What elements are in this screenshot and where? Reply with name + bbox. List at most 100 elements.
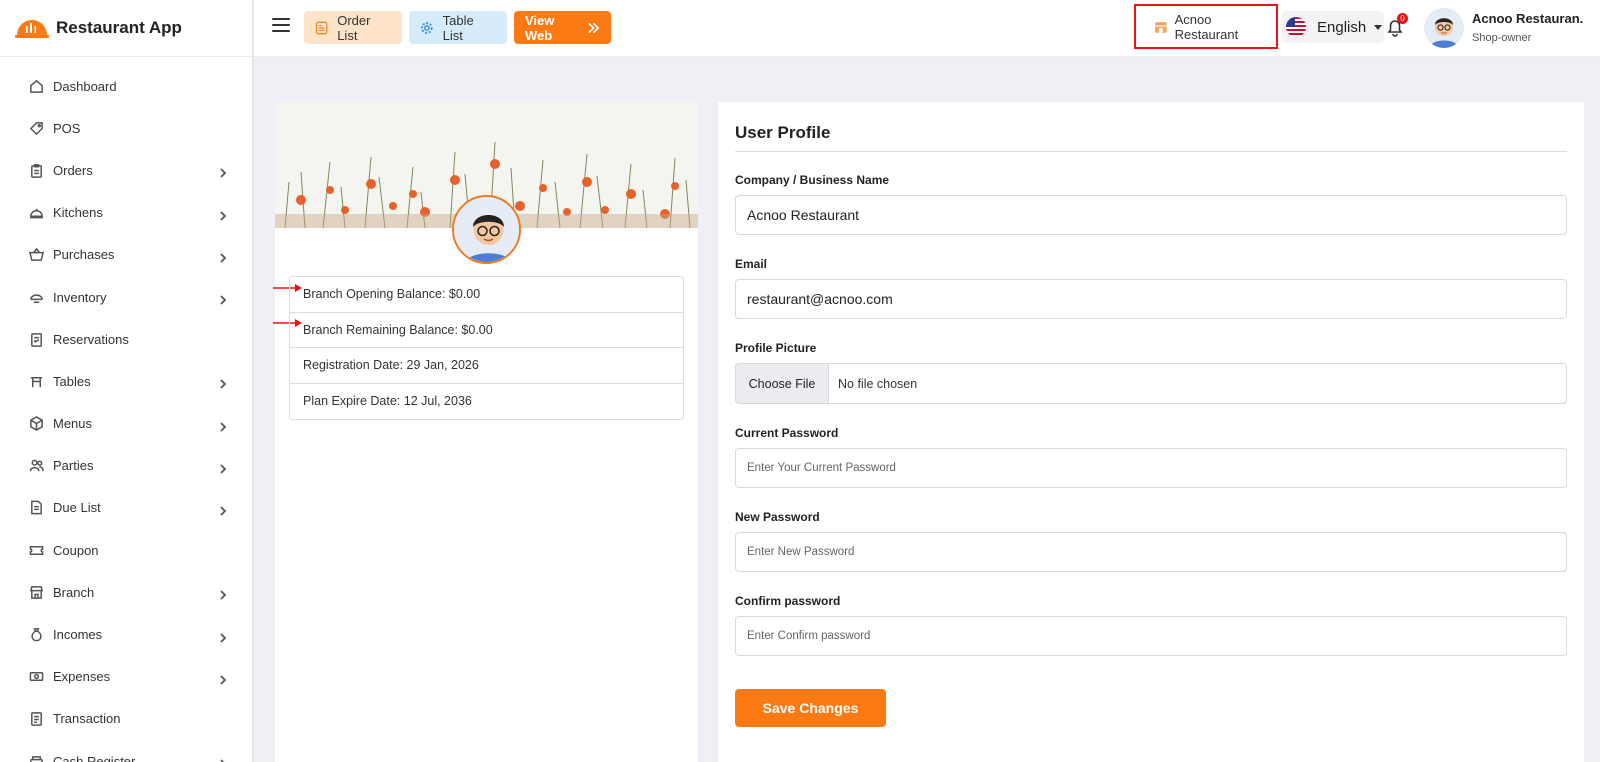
confirm-password-label: Confirm password: [735, 594, 841, 608]
sidebar-item-label: Cash Register: [53, 753, 136, 762]
profile-avatar[interactable]: [452, 195, 521, 264]
sidebar-item-label: Orders: [53, 162, 93, 178]
chevron-right-icon: [218, 250, 228, 263]
sidebar-item-coupon[interactable]: Coupon: [0, 529, 252, 571]
chevron-right-icon: [218, 165, 228, 179]
sidebar-item-label: Incomes: [53, 627, 103, 643]
view-web-button[interactable]: View Web: [514, 11, 611, 44]
brand[interactable]: Restaurant App: [0, 0, 252, 57]
sidebar-item-transaction[interactable]: Transaction: [0, 698, 252, 740]
sidebar-item-parties[interactable]: Parties: [0, 445, 252, 487]
menu-toggle-icon[interactable]: [272, 18, 290, 36]
user-profile-form: User Profile Company / Business Name Ema…: [718, 102, 1584, 762]
sidebar-item-due-list[interactable]: Due List: [0, 487, 252, 529]
tag-icon: [28, 120, 44, 136]
order-list-label: Order List: [337, 12, 371, 43]
register-icon: [28, 753, 44, 762]
sidebar-item-label: Dashboard: [53, 78, 117, 94]
choose-file-button[interactable]: Choose File: [736, 364, 829, 403]
confirm-password-input[interactable]: [735, 616, 1567, 656]
order-list-icon: [315, 21, 328, 34]
cloche-icon: [28, 205, 44, 221]
chevron-right-icon: [218, 419, 228, 432]
box-icon: [28, 416, 44, 432]
store-icon: [1154, 21, 1167, 33]
page-title: User Profile: [735, 102, 1567, 152]
chevron-right-icon: [218, 587, 228, 600]
table-icon: [28, 373, 44, 389]
notification-bell-icon[interactable]: 0: [1385, 13, 1408, 39]
sidebar-item-kitchens[interactable]: Kitchens: [0, 192, 252, 234]
sidebar-item-pos[interactable]: POS: [0, 107, 252, 149]
dashboard-icon: [28, 78, 44, 94]
sidebar-item-expenses[interactable]: Expenses: [0, 656, 252, 698]
company-label: Company / Business Name: [735, 173, 890, 187]
sidebar-item-label: Reservations: [53, 331, 129, 347]
chevron-right-icon: [218, 630, 228, 643]
sidebar-nav: Dashboard POS Orders Kitchens Purchases …: [0, 57, 252, 762]
sidebar-item-menus[interactable]: Menus: [0, 403, 252, 445]
email-input[interactable]: [735, 279, 1567, 319]
sidebar-item-reservations[interactable]: Reservations: [0, 318, 252, 360]
current-password-input[interactable]: [735, 448, 1567, 488]
coupon-icon: [28, 542, 44, 558]
cash-icon: [28, 669, 44, 685]
topbar: Order List Table List View Web Acnoo Res…: [254, 0, 1600, 57]
sidebar-item-label: Branch: [53, 584, 95, 600]
caret-down-icon: [1374, 24, 1383, 30]
sidebar-item-tables[interactable]: Tables: [0, 360, 252, 402]
chevron-right-icon: [218, 503, 228, 516]
new-password-input[interactable]: [735, 532, 1567, 572]
sidebar-item-label: Purchases: [53, 247, 115, 263]
store-selector[interactable]: Acnoo Restaurant: [1134, 4, 1278, 49]
money-bag-icon: [28, 627, 44, 643]
email-label: Email: [735, 257, 768, 271]
user-name: Acnoo Restauran.: [1472, 11, 1584, 26]
document-icon: [28, 500, 44, 516]
sidebar-item-label: Coupon: [53, 542, 99, 558]
file-status: No file chosen: [838, 376, 918, 391]
company-name-input[interactable]: [735, 195, 1567, 235]
order-list-button[interactable]: Order List: [304, 11, 402, 44]
brand-name: Restaurant App: [56, 18, 182, 37]
list-item: Branch Remaining Balance: $0.00: [290, 313, 683, 348]
inventory-icon: [28, 289, 44, 305]
sidebar-item-label: POS: [53, 120, 81, 136]
language-selector[interactable]: English: [1282, 11, 1384, 43]
sidebar-item-label: Tables: [53, 373, 91, 389]
table-list-button[interactable]: Table List: [409, 11, 507, 44]
store-name: Acnoo Restaurant: [1174, 11, 1239, 42]
sidebar-item-incomes[interactable]: Incomes: [0, 613, 252, 655]
sidebar-item-label: Transaction: [53, 711, 121, 727]
chevron-right-icon: [218, 672, 228, 685]
profile-picture-input[interactable]: Choose File No file chosen: [735, 363, 1567, 404]
sidebar-item-purchases[interactable]: Purchases: [0, 234, 252, 276]
view-web-label: View Web: [525, 12, 555, 43]
sidebar-item-label: Expenses: [53, 669, 111, 685]
sidebar-item-label: Parties: [53, 458, 94, 474]
language-label: English: [1317, 18, 1367, 36]
account-info-list: Branch Opening Balance: $0.00 Branch Rem…: [289, 276, 684, 420]
profile-card: Branch Opening Balance: $0.00 Branch Rem…: [273, 102, 698, 762]
gear-icon: [420, 21, 433, 34]
chevron-right-icon: [218, 208, 228, 221]
clipboard-icon: [28, 162, 44, 178]
table-list-label: Table List: [442, 12, 474, 43]
sidebar-item-label: Due List: [53, 500, 101, 516]
receipt-icon: [28, 711, 44, 727]
user-avatar[interactable]: [1424, 8, 1464, 48]
chevron-right-icon: [218, 756, 228, 762]
double-chevron-right-icon: [588, 22, 600, 33]
list-item: Registration Date: 29 Jan, 2026: [290, 348, 683, 384]
sidebar-item-dashboard[interactable]: Dashboard: [0, 65, 252, 107]
sidebar-item-label: Menus: [53, 416, 93, 432]
sidebar-item-label: Inventory: [53, 289, 107, 305]
sidebar: Restaurant App Dashboard POS Orders Kitc…: [0, 0, 254, 762]
sidebar-item-branch[interactable]: Branch: [0, 571, 252, 613]
sidebar-item-label: Kitchens: [53, 205, 103, 221]
save-changes-button[interactable]: Save Changes: [735, 689, 886, 727]
sidebar-item-inventory[interactable]: Inventory: [0, 276, 252, 318]
profile-picture-label: Profile Picture: [735, 341, 817, 355]
sidebar-item-cash-register[interactable]: Cash Register: [0, 740, 252, 762]
sidebar-item-orders[interactable]: Orders: [0, 149, 252, 191]
